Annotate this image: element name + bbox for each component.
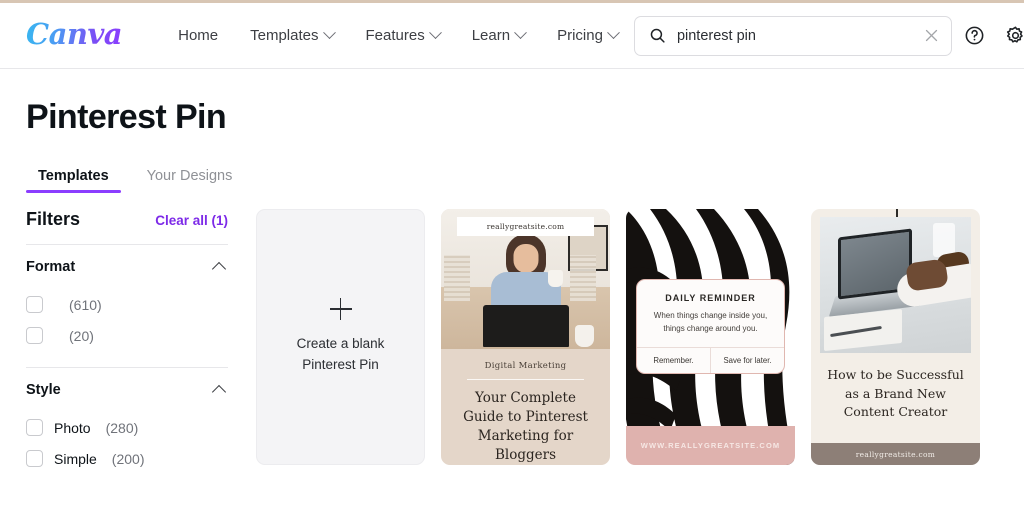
filter-option-count: (20) xyxy=(69,327,94,344)
divider xyxy=(467,378,584,380)
tab-your-designs[interactable]: Your Designs xyxy=(135,164,245,193)
nav-item-learn[interactable]: Learn xyxy=(456,19,541,52)
filter-option-count: (610) xyxy=(69,296,102,313)
filter-option-style-photo[interactable]: Photo (280) xyxy=(26,412,228,443)
canva-logo[interactable]: Canva xyxy=(26,19,123,52)
template-thumbnail-image xyxy=(820,217,971,354)
filters-header: Filters Clear all (1) xyxy=(26,209,228,244)
settings-button[interactable] xyxy=(998,18,1024,54)
close-icon[interactable] xyxy=(924,28,939,43)
gear-icon xyxy=(1007,26,1024,43)
page-title: Pinterest Pin xyxy=(26,98,227,136)
template-footer-text: reallygreatsite.com xyxy=(855,449,936,459)
nav-label: Pricing xyxy=(557,27,603,44)
plus-icon xyxy=(329,298,352,321)
filter-option-style-simple[interactable]: Simple (200) xyxy=(26,443,228,474)
template-card-daily-reminder[interactable]: DAILY REMINDER When things change inside… xyxy=(626,209,795,466)
chevron-down-icon xyxy=(428,26,442,40)
checkbox[interactable] xyxy=(26,419,43,437)
chevron-up-icon xyxy=(211,384,227,399)
filter-option-label: Simple xyxy=(54,450,97,467)
help-circle-icon xyxy=(966,26,984,45)
nav-item-home[interactable]: Home xyxy=(162,19,234,52)
dialog-button-save-for-later: Save for later. xyxy=(710,348,784,374)
template-site-banner: reallygreatsite.com xyxy=(457,217,594,237)
filter-option-format-0[interactable]: (610) xyxy=(26,289,228,320)
nav-label: Learn xyxy=(471,27,511,44)
page-tabs: Templates Your Designs xyxy=(0,136,1024,194)
template-footer-bar: reallygreatsite.com xyxy=(811,443,980,466)
help-button[interactable] xyxy=(957,18,993,54)
nav-item-features[interactable]: Features xyxy=(350,19,456,52)
checkbox[interactable] xyxy=(26,450,43,468)
template-reminder-dialog: DAILY REMINDER When things change inside… xyxy=(636,279,785,375)
template-card-content-creator[interactable]: How to be Successful as a Brand New Cont… xyxy=(811,209,980,466)
filter-group-label: Style xyxy=(26,382,61,399)
template-results-grid: Create a blank Pinterest Pin reallygreat… xyxy=(256,193,998,474)
main-navigation: Home Templates Features Learn Pricing xyxy=(162,19,634,52)
create-blank-design-card[interactable]: Create a blank Pinterest Pin xyxy=(256,209,425,466)
dialog-buttons: Remember. Save for later. xyxy=(637,347,784,374)
tab-templates[interactable]: Templates xyxy=(26,164,121,194)
page-content: Filters Clear all (1) Format (610) (20) xyxy=(0,193,1024,474)
search-value: pinterest pin xyxy=(676,27,756,44)
template-title: How to be Successful as a Brand New Cont… xyxy=(827,367,964,419)
chevron-down-icon xyxy=(322,26,336,40)
filter-option-format-1[interactable]: (20) xyxy=(26,320,228,351)
filters-title: Filters xyxy=(26,209,81,230)
filter-group-format: Format (610) (20) xyxy=(26,245,228,351)
nav-item-pricing[interactable]: Pricing xyxy=(541,19,634,52)
filter-option-label: Photo xyxy=(54,419,91,436)
clear-all-filters-button[interactable]: Clear all (1) xyxy=(155,213,228,228)
header-actions: pinterest pin xyxy=(633,15,1024,56)
filter-option-count: (200) xyxy=(111,450,145,467)
checkbox[interactable] xyxy=(26,296,43,314)
nav-item-templates[interactable]: Templates xyxy=(234,19,349,52)
nav-label: Home xyxy=(178,27,219,44)
chevron-down-icon xyxy=(514,26,527,40)
template-card-pinterest-marketing-guide[interactable]: reallygreatsite.com Digital Marketing Yo… xyxy=(441,209,610,466)
template-thumbnail-image: reallygreatsite.com xyxy=(441,209,610,349)
create-blank-label: Create a blank Pinterest Pin xyxy=(296,336,385,373)
dialog-button-remember: Remember. xyxy=(653,356,694,366)
filters-sidebar: Filters Clear all (1) Format (610) (20) xyxy=(26,193,256,474)
chevron-down-icon xyxy=(607,26,620,40)
search-input[interactable]: pinterest pin xyxy=(633,15,952,56)
filter-option-count: (280) xyxy=(105,419,139,436)
filter-group-style: Style Photo (280) Simple (200) xyxy=(26,368,228,474)
dialog-body: When things change inside you, things ch… xyxy=(653,311,768,333)
search-icon xyxy=(650,28,665,43)
site-header: Canva Home Templates Features Learn Pric… xyxy=(0,3,1024,69)
template-footer-text: WWW.REALLYGREATSITE.COM xyxy=(640,441,781,451)
template-footer-bar: WWW.REALLYGREATSITE.COM xyxy=(626,426,795,466)
checkbox[interactable] xyxy=(26,327,43,345)
filter-group-label: Format xyxy=(26,259,76,276)
nav-label: Templates xyxy=(250,27,319,44)
filter-group-format-header[interactable]: Format xyxy=(26,259,228,289)
filter-group-style-header[interactable]: Style xyxy=(26,382,228,412)
template-banner-text: reallygreatsite.com xyxy=(486,222,565,232)
nav-label: Features xyxy=(365,27,425,44)
chevron-up-icon xyxy=(211,261,227,276)
template-kicker: Digital Marketing xyxy=(484,360,567,371)
dialog-title: DAILY REMINDER xyxy=(665,293,756,304)
template-title: Your Complete Guide to Pinterest Marketi… xyxy=(463,389,588,464)
